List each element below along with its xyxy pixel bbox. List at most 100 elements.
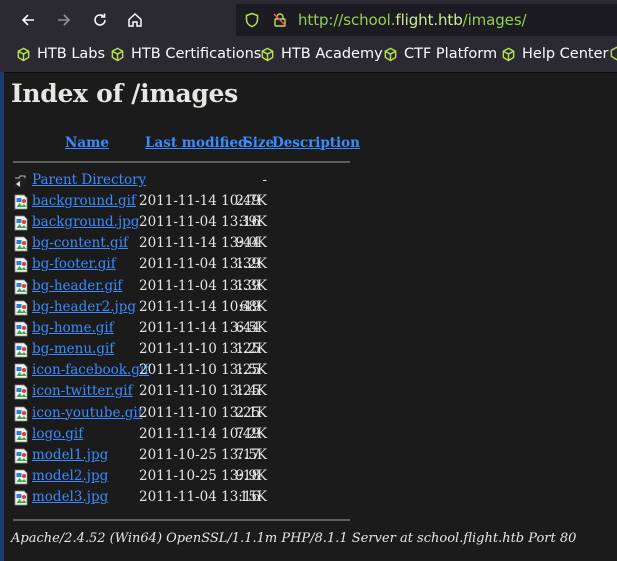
file-size: 2.7K (235, 193, 267, 209)
url-path: /images/ (462, 11, 527, 29)
file-row: bg-home.gif 2011-11-14 13:44 6.5K (13, 319, 353, 340)
file-row: background.jpg 2011-11-04 13:16 39K (13, 213, 353, 234)
url-bar[interactable]: http://school.flight.htb/images/ (236, 4, 617, 36)
image-file-icon (14, 321, 28, 337)
image-file-icon (14, 194, 28, 210)
cube-icon (17, 47, 30, 61)
bookmark-label: Help Center (522, 46, 609, 62)
file-link[interactable]: model3.jpg (32, 489, 108, 505)
file-size: 39K (239, 214, 267, 231)
server-signature: Apache/2.4.52 (Win64) OpenSSL/1.1.1m PHP… (11, 531, 577, 546)
bookmark-htb-labs[interactable]: HTB Labs (16, 46, 105, 62)
file-link[interactable]: background.gif (32, 193, 136, 209)
image-file-icon (14, 215, 28, 231)
url-prefix: http://school. (298, 11, 396, 29)
image-file-icon (14, 279, 28, 294)
image-file-icon (14, 406, 28, 421)
file-size: 1.5K (235, 362, 267, 379)
bookmark-help-center[interactable]: Help Center (501, 46, 608, 62)
file-size: 1.4K (235, 383, 267, 400)
cube-icon (610, 46, 617, 61)
arrow-right-icon (58, 14, 71, 26)
file-size: 7.5K (235, 446, 267, 463)
file-size: - (262, 172, 267, 188)
reload-button[interactable] (88, 8, 112, 32)
image-file-icon (14, 236, 28, 252)
column-header-last-modified[interactable]: Last modified (145, 135, 247, 151)
browser-toolbar: http://school.flight.htb/images/ (0, 0, 617, 40)
image-file-icon (14, 427, 28, 443)
file-size: 9.9K (235, 467, 267, 484)
back-folder-icon (14, 175, 27, 187)
file-size: 1.3K (235, 277, 267, 294)
reload-icon (94, 13, 106, 26)
image-file-icon (14, 384, 28, 400)
file-size: 68K (239, 298, 267, 315)
file-link[interactable]: icon-facebook.gif (32, 362, 149, 378)
back-button[interactable] (16, 8, 40, 32)
file-size: 6.5K (235, 319, 267, 336)
url-text[interactable]: http://school.flight.htb/images/ (298, 11, 527, 29)
cube-icon (384, 47, 397, 61)
column-header-name[interactable]: Name (65, 135, 109, 151)
file-row: background.gif 2011-11-14 10:49 2.7K (13, 192, 353, 213)
image-file-icon (14, 258, 28, 273)
file-link[interactable]: icon-twitter.gif (32, 383, 133, 399)
image-file-icon (14, 490, 28, 506)
image-file-icon (14, 448, 28, 464)
file-row: icon-twitter.gif 2011-11-10 13:25 1.4K (13, 382, 353, 403)
file-size: 7.2K (235, 425, 267, 442)
file-link[interactable]: bg-footer.gif (32, 256, 116, 272)
file-link[interactable]: logo.gif (32, 426, 83, 442)
file-link[interactable]: bg-menu.gif (32, 341, 114, 357)
bookmark-htb-certifications[interactable]: HTB Certifications (110, 46, 261, 62)
home-icon (128, 12, 142, 27)
insecure-lock-icon[interactable] (272, 12, 288, 28)
home-button[interactable] (123, 8, 147, 32)
file-size: 1.2K (235, 256, 267, 273)
bookmark-overflow[interactable] (609, 46, 617, 61)
image-file-icon (14, 342, 28, 358)
file-link[interactable]: icon-youtube.gif (32, 405, 143, 421)
file-row: icon-youtube.gif 2011-11-10 13:25 2.1K (13, 404, 353, 425)
file-link[interactable]: bg-home.gif (32, 320, 114, 336)
file-link[interactable]: bg-header2.jpg (32, 299, 136, 315)
file-row: bg-footer.gif 2011-11-04 13:39 1.2K (13, 255, 353, 276)
bookmark-label: HTB Labs (37, 46, 106, 62)
file-row: bg-header2.jpg 2011-11-14 10:49 68K (13, 298, 353, 319)
bookmark-label: CTF Platform (404, 46, 498, 62)
file-link[interactable]: bg-content.gif (32, 235, 128, 251)
file-row: model3.jpg 2011-11-04 13:16 15K (13, 488, 353, 509)
file-size: 15K (239, 489, 267, 506)
file-size: 1.2K (235, 341, 267, 358)
url-domain: flight.htb (395, 11, 463, 29)
parent-directory-link[interactable]: Parent Directory (32, 172, 146, 188)
file-row: model2.jpg 2011-10-25 13:18 9.9K (13, 467, 353, 488)
file-size: 2.1K (235, 404, 267, 421)
shield-icon[interactable] (244, 12, 260, 28)
file-link[interactable]: bg-header.gif (32, 278, 122, 294)
bookmarks-bar: HTB Labs HTB Certifications HTB Academy … (0, 40, 617, 73)
file-row: bg-menu.gif 2011-11-10 13:25 1.2K (13, 340, 353, 361)
cube-icon (502, 47, 515, 61)
file-link[interactable]: model2.jpg (32, 468, 108, 484)
file-link[interactable]: background.jpg (32, 214, 139, 230)
parent-directory-row: Parent Directory - (13, 171, 353, 192)
column-header-size[interactable]: Size (243, 135, 274, 151)
page-title: Index of /images (11, 79, 238, 108)
cube-icon (111, 47, 124, 61)
arrow-left-icon (21, 14, 34, 26)
bookmark-label: HTB Certifications (131, 46, 262, 62)
directory-listing-page: Index of /images Name Last modified Size… (4, 73, 617, 561)
file-row: bg-header.gif 2011-11-04 13:39 1.3K (13, 277, 353, 298)
file-row: logo.gif 2011-11-14 10:49 7.2K (13, 425, 353, 446)
image-file-icon (14, 469, 28, 485)
forward-button[interactable] (52, 8, 76, 32)
file-link[interactable]: model1.jpg (32, 447, 108, 463)
bookmark-htb-academy[interactable]: HTB Academy (260, 46, 383, 62)
bookmark-ctf-platform[interactable]: CTF Platform (383, 46, 497, 62)
column-header-description[interactable]: Description (272, 135, 360, 151)
file-size: 9.0K (235, 235, 267, 252)
header-divider (13, 161, 350, 163)
file-row: model1.jpg 2011-10-25 13:17 7.5K (13, 446, 353, 467)
